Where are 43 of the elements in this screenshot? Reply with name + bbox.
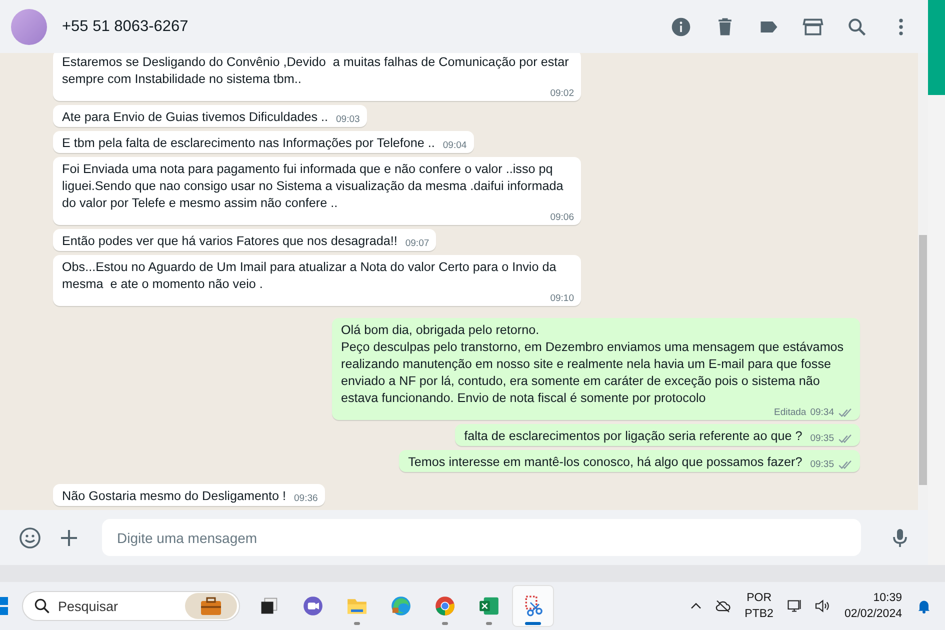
search-placeholder: Pesquisar (58, 598, 118, 614)
message-text: Olá bom dia, obrigada pelo retorno. Peço desculpas pelo transtorno, em Dezembro enviamos uma mensagem que estávamos realizando manutenção em nosso site e realmente nela havia um E-mail para que fosse enviado a NF por lá, contudo, era somente em caráter de exceção pois o sistema não estava funcionando. Envio de nota fiscal é somente por protocolo (341, 322, 845, 407)
message-time: 09:35 (810, 432, 834, 445)
message-text: Foi Enviada uma nota para pagamento fui informada que e não confere o valor ..isso pq liguei.Sendo que nao consigo usar no Sistema a visualização da mesma .daifui informada do valor por Telefe e mesmo assim não confere .. (62, 161, 564, 212)
clock[interactable]: 10:39 02/02/2024 (840, 590, 906, 622)
message-text: falta de esclarecimentos por ligação seria referente ao que ? (464, 428, 802, 445)
briefcase-icon (200, 596, 222, 616)
message-text: Temos interesse em mantê-los conosco, há algo que possamos fazer? (408, 454, 802, 471)
search-field[interactable]: Pesquisar (22, 591, 240, 621)
language-label: POR (746, 591, 772, 606)
search-icon[interactable] (846, 16, 868, 38)
message-input[interactable]: Digite uma mensagem (102, 519, 861, 556)
edited-label: Editada (774, 406, 806, 419)
message-time: 09:06 (550, 211, 574, 224)
message-text: Ate para Envio de Guias tivemos Dificuldades .. (62, 109, 328, 126)
clock-date: 02/02/2024 (844, 607, 902, 622)
scrollbar[interactable] (918, 53, 928, 510)
message-time: 09:35 (810, 458, 834, 471)
video-chat-icon (301, 594, 325, 618)
avatar[interactable] (11, 8, 47, 44)
browser-icon (389, 594, 413, 618)
emoji-icon[interactable] (18, 526, 42, 550)
speaker-icon[interactable] (813, 597, 832, 615)
message-time: 09:36 (294, 492, 318, 505)
message-text: Obs...Estou no Aguardo de Um Imail para atualizar a Nota do valor Certo para o Invio da mesma e ate o momento não veio . (62, 259, 558, 293)
info-icon[interactable] (670, 16, 692, 38)
message-time: 09:34 (810, 406, 834, 419)
input-language[interactable]: POR PTB2 (740, 590, 778, 622)
message-time: 09:02 (550, 87, 574, 100)
message-text: E tbm pela falta de esclarecimento nas Informações por Telefone .. (62, 135, 435, 152)
message-text: Então podes ver que há varios Fatores que nos desagrada!! (62, 233, 398, 250)
message-text: Não Gostaria mesmo do Desligamento ! (62, 488, 286, 505)
search-icon (33, 597, 51, 615)
browser-icon (433, 594, 457, 618)
language-label: PTB2 (744, 607, 774, 622)
message-text: Estaremos se Desligando do Convênio ,Devido a muitas falhas de Comunicação por estar sempre com Instabilidade no sistema tbm.. (62, 54, 570, 88)
contact-name[interactable]: +55 51 8063-6267 (62, 18, 188, 36)
message-time: 09:07 (405, 237, 430, 250)
windows-icon[interactable] (0, 596, 10, 616)
message-time: 09:04 (442, 139, 467, 152)
message-time: 09:03 (336, 113, 360, 126)
clock-time: 10:39 (873, 591, 902, 606)
message-time: 09:10 (550, 292, 574, 305)
